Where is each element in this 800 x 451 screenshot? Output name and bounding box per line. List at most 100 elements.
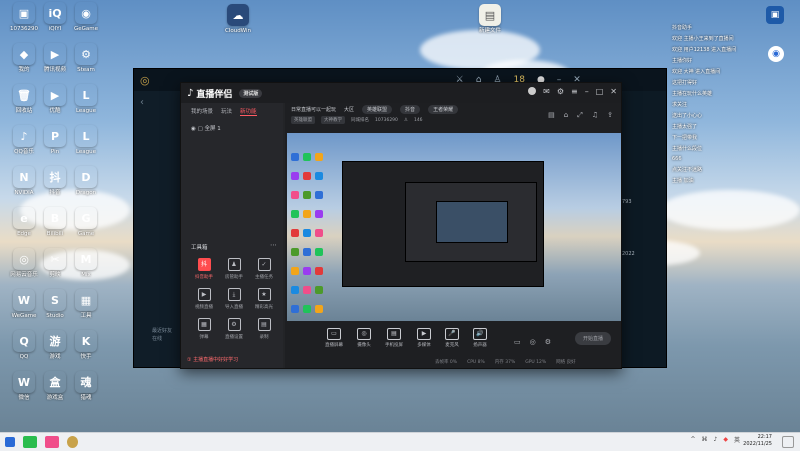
status-item: 内存 37%	[494, 360, 516, 365]
preview-icon	[303, 305, 311, 313]
tool-label: 房管助手	[225, 275, 243, 280]
message-icon[interactable]: ✉	[543, 87, 550, 96]
menu-icon[interactable]: ≡	[571, 87, 578, 96]
source-control[interactable]: ▤ 手机投屏	[385, 328, 403, 348]
lock-icon[interactable]: ⌂	[564, 111, 568, 120]
tool-item[interactable]: ▤ 录制	[249, 318, 279, 340]
room-sub-tag[interactable]: 英雄联盟	[291, 116, 315, 124]
input-language[interactable]: 英	[734, 435, 740, 444]
preview-icon	[303, 191, 311, 199]
share-icon[interactable]: ⇪	[607, 111, 613, 120]
source-control[interactable]: ◎ 摄像头	[357, 328, 371, 348]
desktop-icon-label: Game	[77, 231, 95, 237]
source-control[interactable]: ▶ 多媒体	[417, 328, 431, 348]
tool-item[interactable]: 抖抖音助手	[189, 258, 219, 280]
app-icon: P	[44, 125, 66, 147]
source-control[interactable]: 🎤 麦克风	[445, 328, 459, 348]
tab-my-scenes[interactable]: 我的场景	[191, 107, 213, 116]
desktop-icon[interactable]: K 快手	[66, 330, 106, 361]
room-tag[interactable]: 王者荣耀	[428, 104, 459, 114]
preview-icon	[291, 172, 299, 180]
desktop-icon[interactable]: ◉ GeGame	[66, 2, 106, 33]
volume-icon[interactable]: ♪	[714, 436, 718, 443]
taskbar-app-icon[interactable]	[23, 436, 37, 448]
preview-icon	[315, 229, 323, 237]
fullscreen-icon[interactable]: ⤢	[577, 111, 583, 120]
clock[interactable]: 22:17 2022/11/25	[743, 434, 772, 448]
app-sidebar: 我的场景 玩法 新功能 ◉ ▢ 全屏 1 工具箱 ⋯ 抖抖音助手 ♟ 房管助手 ✓ 主播…	[181, 103, 283, 368]
room-sub-tag[interactable]: 大神教学	[321, 116, 345, 124]
network-icon[interactable]: ⌘	[702, 436, 708, 443]
tool-item[interactable]: ♟ 房管助手	[219, 258, 249, 280]
desktop-icon[interactable]: G Game	[66, 207, 106, 238]
desktop-icon-cloud[interactable]: ☁ CloudWin	[218, 4, 258, 35]
chat-message: 主播什么段位	[672, 146, 703, 152]
desktop-icon-label: League	[75, 149, 97, 155]
minimize-icon[interactable]: –	[585, 87, 589, 96]
app-icon: S	[44, 289, 66, 311]
lock-icon[interactable]: ▢	[198, 126, 203, 132]
stream-preview[interactable]	[287, 133, 621, 321]
desktop-icon[interactable]: M Mix	[66, 248, 106, 279]
notification-icon[interactable]: ◆	[723, 436, 728, 443]
media-icon: ▶	[417, 328, 431, 340]
tool-item[interactable]: ⤓ 导入直播	[219, 288, 249, 310]
maximize-icon[interactable]: □	[596, 87, 604, 96]
more-icon[interactable]: ⋯	[270, 241, 277, 249]
tool-item[interactable]: ✓ 主播任务	[249, 258, 279, 280]
app-shortcut-icon[interactable]: ◉	[768, 46, 784, 62]
control-label: 多媒体	[417, 343, 431, 348]
app-icon: 魂	[75, 371, 97, 393]
preview-nested-window	[436, 201, 508, 243]
desktop-icon[interactable]: L League	[66, 125, 106, 156]
desktop-icon[interactable]: ▦ 工具	[66, 289, 106, 320]
clock-time: 22:17	[757, 434, 772, 440]
tool-item[interactable]: ▶ 视频直播	[189, 288, 219, 310]
app-icon: ▦	[75, 289, 97, 311]
avatar[interactable]	[528, 87, 537, 95]
tool-item[interactable]: ★ 精彩高光	[249, 288, 279, 310]
bell-icon[interactable]: ♫	[592, 111, 598, 120]
room-tag[interactable]: 英雄联盟	[362, 104, 393, 114]
desktop-icon-label: GeGame	[73, 26, 99, 32]
start-live-button[interactable]: 开始直播	[574, 332, 611, 345]
taskbar-app-icon[interactable]	[67, 436, 78, 448]
desktop-icon[interactable]: ⚙ Steam	[66, 43, 106, 74]
layer-icon[interactable]: ▤	[548, 111, 555, 120]
desktop-icon[interactable]: 魂猎魂	[66, 371, 106, 402]
tool-icon: ★	[257, 288, 271, 301]
app-icon: 游	[44, 330, 66, 352]
toolbox-title: 工具箱	[191, 245, 208, 251]
preview-icon	[315, 210, 323, 218]
tool-item[interactable]: ▦ 弹幕	[189, 318, 219, 340]
close-icon[interactable]: ✕	[610, 87, 617, 96]
settings-icon[interactable]: ⚙	[545, 338, 551, 346]
tab-new[interactable]: 新功能	[240, 107, 257, 116]
record-icon[interactable]: ▭	[514, 338, 521, 346]
desktop-icon[interactable]: D Dragon	[66, 166, 106, 197]
chat-message: 点关注不迷路	[672, 167, 703, 173]
desktop-icon-newfile[interactable]: ▤ 新建文件	[470, 4, 510, 35]
taskbar-app-icon[interactable]	[45, 436, 59, 448]
settings-icon[interactable]: ⚙	[557, 87, 564, 96]
live-companion-window[interactable]: ♪ 直播伴侣 测试版 ✉ ⚙ ≡ – □ ✕ 我的场景 玩法 新功能 ◉ ▢ 全…	[180, 82, 622, 369]
notice-text[interactable]: ① 主播直播中好好学习	[187, 356, 238, 363]
room-title[interactable]: 日常直播可以一起玩	[291, 106, 336, 113]
back-arrow-icon[interactable]: ‹	[140, 97, 174, 108]
chevron-up-icon[interactable]: ^	[690, 436, 695, 443]
scene-item[interactable]: ◉ ▢ 全屏 1	[181, 120, 283, 136]
eye-icon[interactable]: ◉	[191, 126, 196, 132]
visibility-icon[interactable]: ◎	[530, 338, 536, 346]
app-shortcut-icon[interactable]: ▣	[766, 6, 784, 24]
desktop-icon[interactable]: L League	[66, 84, 106, 115]
system-tray: ^ ⌘ ♪ ◆ 英	[690, 435, 740, 444]
tool-item[interactable]: ⚙ 直播设置	[219, 318, 249, 340]
room-tag[interactable]: 抖音	[400, 104, 421, 114]
source-control[interactable]: ▭ 直播屏幕	[325, 328, 343, 348]
app-icon: ▶	[44, 84, 66, 106]
notification-center-icon[interactable]	[782, 436, 794, 448]
tab-play[interactable]: 玩法	[221, 107, 232, 116]
source-control[interactable]: 🔊 扬声器	[473, 328, 487, 348]
chat-message: 主播在玩什么英雄	[672, 91, 713, 97]
start-icon[interactable]	[5, 437, 15, 447]
